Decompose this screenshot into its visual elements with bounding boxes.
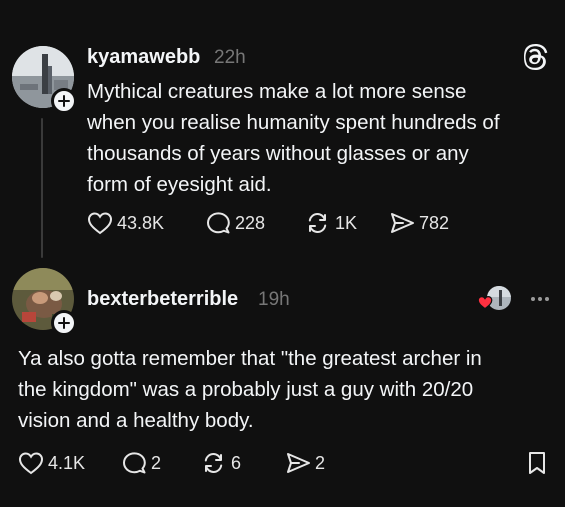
heart-icon (87, 212, 113, 235)
reply-body: Ya also gotta remember that "the greates… (18, 343, 482, 436)
post-body-line: thousands of years without glasses or an… (87, 142, 469, 165)
send-icon (287, 453, 310, 473)
threads-logo-icon[interactable] (524, 44, 548, 75)
share-button[interactable]: 2 (285, 451, 355, 475)
reply-username[interactable]: bexterbeterrible (87, 288, 238, 311)
post-body: Mythical creatures make a lot more sense… (87, 76, 500, 200)
post-body-line: form of eyesight aid. (87, 173, 272, 196)
like-button[interactable]: 43.8K (87, 211, 205, 235)
reply-body-line: the kingdom" was a probably just a guy w… (18, 378, 474, 401)
post-actions: 43.8K 228 1K 782 (87, 211, 479, 235)
post-timestamp: 22h (214, 47, 246, 68)
share-count: 2 (315, 452, 326, 473)
reply-body-line: Ya also gotta remember that "the greates… (18, 347, 482, 370)
reply-actions: 4.1K 2 6 2 (18, 451, 355, 475)
comment-icon (123, 452, 146, 474)
repost-button[interactable]: 1K (305, 211, 389, 235)
like-count: 4.1K (48, 452, 86, 473)
more-icon[interactable] (531, 297, 549, 301)
repost-count: 1K (335, 212, 358, 233)
bookmark-icon[interactable] (527, 451, 547, 480)
liked-badge-heart-icon (477, 295, 493, 315)
post-body-line: when you realise humanity spent hundreds… (87, 111, 500, 134)
follow-plus-button[interactable] (51, 88, 77, 114)
thread-post-original: kyamawebb 22h Mythical creatures make a … (0, 0, 565, 262)
repost-icon (308, 213, 327, 233)
reply-button[interactable]: 228 (205, 211, 305, 235)
reply-count: 2 (151, 452, 162, 473)
thread-connector-line (41, 118, 43, 258)
plus-icon (58, 95, 70, 107)
reply-count: 228 (235, 212, 266, 233)
follow-plus-button[interactable] (51, 310, 77, 336)
reply-body-line: vision and a healthy body. (18, 409, 254, 432)
heart-icon (18, 452, 44, 475)
repost-count: 6 (231, 452, 242, 473)
comment-icon (207, 212, 230, 234)
reply-timestamp: 19h (258, 289, 290, 310)
post-body-line: Mythical creatures make a lot more sense (87, 80, 467, 103)
repost-icon (204, 453, 223, 473)
reply-button[interactable]: 2 (121, 451, 201, 475)
share-button[interactable]: 782 (389, 211, 479, 235)
repost-button[interactable]: 6 (201, 451, 285, 475)
plus-icon (58, 317, 70, 329)
send-icon (391, 213, 414, 233)
like-button[interactable]: 4.1K (18, 451, 121, 475)
like-count: 43.8K (117, 212, 165, 233)
share-count: 782 (419, 212, 450, 233)
post-username[interactable]: kyamawebb (87, 46, 200, 69)
